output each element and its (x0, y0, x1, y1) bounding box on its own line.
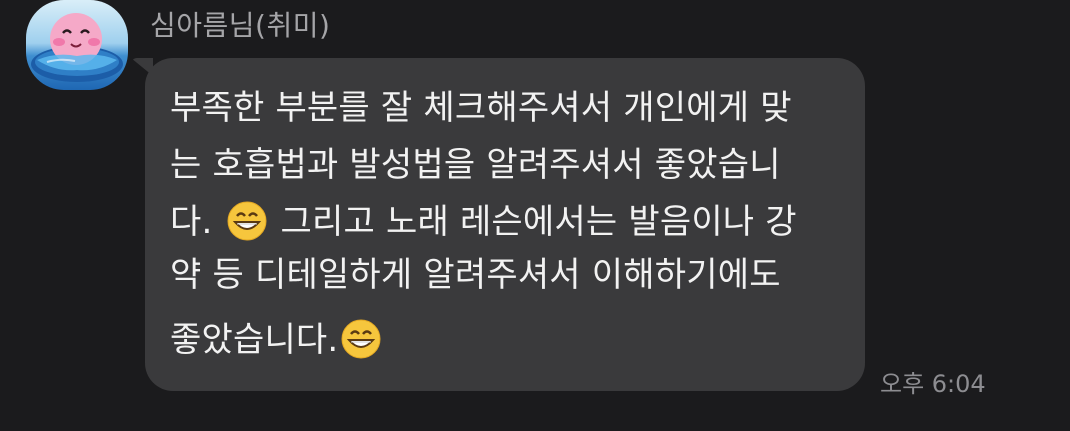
sender-name: 심아름님(취미) (150, 9, 331, 42)
message-line-5: 좋았습니다. (170, 318, 384, 360)
message-line-3-part-2: 그리고 노래 레슨에서는 발음이나 강 (280, 202, 797, 242)
message-line-2: 는 호흡법과 발성법을 알려주셔서 좋았습니 (170, 145, 781, 185)
message-line-4: 약 등 디테일하게 알려주셔서 이해하기에도 (170, 255, 781, 295)
message-timestamp: 오후 6:04 (880, 370, 986, 398)
message-line-5-text: 좋았습니다. (170, 320, 339, 360)
kirby-avatar-icon (31, 13, 123, 82)
message-line-3-part-1: 다. (170, 202, 213, 242)
sender-avatar[interactable] (26, 0, 128, 90)
grinning-face-with-smiling-eyes-icon (226, 200, 268, 242)
chat-screen: 심아름님(취미) 부족한 부분를 잘 체크해주셔서 개인에게 맞 는 호흡법과 … (0, 0, 1070, 431)
message-line-3: 다. 그리고 노래 레슨에서는 발음이나 강 (170, 200, 797, 242)
grinning-face-with-smiling-eyes-icon (340, 318, 382, 360)
message-line-1: 부족한 부분를 잘 체크해주셔서 개인에게 맞 (170, 88, 792, 128)
